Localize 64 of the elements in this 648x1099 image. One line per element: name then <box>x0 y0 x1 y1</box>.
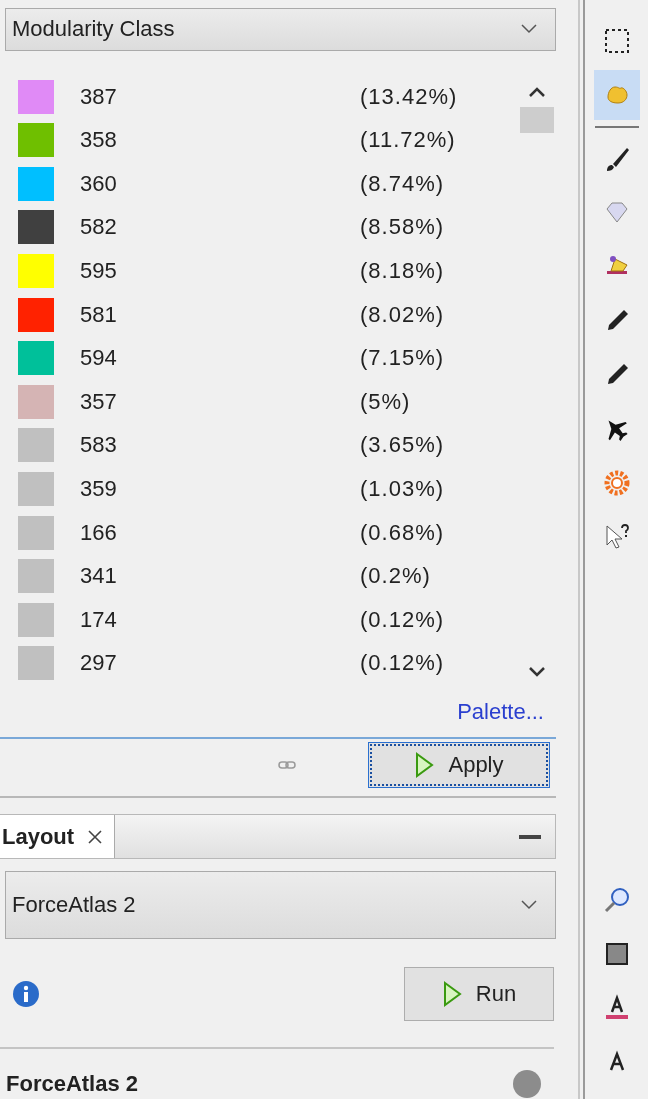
partition-percent: (8.18%) <box>360 258 445 284</box>
partition-label: 583 <box>80 432 118 459</box>
partition-label: 581 <box>80 301 118 328</box>
partition-percent: (3.65%) <box>360 432 445 459</box>
partition-label: 582 <box>80 214 118 241</box>
color-swatch[interactable] <box>18 471 54 506</box>
settings-title: ForceAtlas 2 <box>6 1071 139 1097</box>
color-swatch[interactable] <box>18 210 54 245</box>
partition-label: 341 <box>80 563 118 590</box>
scroll-down-icon[interactable] <box>529 667 545 678</box>
color-swatch[interactable] <box>18 646 54 681</box>
color-swatch[interactable] <box>18 254 54 288</box>
close-icon[interactable] <box>88 829 103 844</box>
play-icon <box>441 981 462 1007</box>
partition-label: 359 <box>80 475 118 502</box>
partition-percent: (0.12%) <box>360 606 445 633</box>
info-icon[interactable] <box>12 980 40 1008</box>
partition-label: 297 <box>80 650 118 677</box>
partition-percent: (8.02%) <box>360 301 445 328</box>
partition-percent: (0.12%) <box>360 650 445 677</box>
partition-label: 360 <box>80 170 118 197</box>
partition-percent: (0.2%) <box>360 563 431 590</box>
color-swatch[interactable] <box>18 123 54 158</box>
apply-button[interactable]: Apply <box>368 742 550 789</box>
attribute-dropdown[interactable]: Modularity Class <box>5 8 556 51</box>
partition-label: 358 <box>80 127 118 154</box>
color-swatch[interactable] <box>18 559 54 594</box>
help-icon[interactable] <box>512 1069 542 1099</box>
palette-link[interactable]: Palette... <box>457 699 544 726</box>
color-swatch[interactable] <box>18 341 54 376</box>
color-swatch[interactable] <box>18 515 54 550</box>
partition-label: 357 <box>80 388 118 415</box>
partition-label: 166 <box>80 519 118 546</box>
link-icon[interactable] <box>278 760 296 771</box>
chevron-down-icon <box>521 899 537 910</box>
partition-percent: (1.03%) <box>360 475 445 502</box>
minimize-icon[interactable] <box>519 834 541 839</box>
partition-label: 595 <box>80 258 118 284</box>
layout-tab[interactable]: Layout <box>0 815 116 858</box>
color-swatch[interactable] <box>18 79 54 114</box>
selection-rectangle-icon <box>602 27 631 55</box>
partition-percent: (5%) <box>360 388 411 415</box>
chevron-down-icon <box>521 24 537 35</box>
partition-percent: (7.15%) <box>360 345 445 372</box>
color-swatch[interactable] <box>18 166 54 201</box>
zoom-icon <box>602 886 631 914</box>
partition-label: 387 <box>80 83 118 110</box>
run-button[interactable]: Run <box>404 967 554 1021</box>
color-swatch[interactable] <box>18 602 54 637</box>
partition-label: 174 <box>80 606 118 633</box>
partition-percent: (8.74%) <box>360 170 445 197</box>
color-swatch[interactable] <box>18 297 54 332</box>
partition-percent: (11.72%) <box>360 127 456 154</box>
scroll-up-icon[interactable] <box>529 86 545 97</box>
play-icon <box>414 752 435 779</box>
algorithm-dropdown[interactable]: ForceAtlas 2 <box>5 870 556 939</box>
color-swatch[interactable] <box>18 384 54 419</box>
partition-percent: (0.68%) <box>360 519 445 546</box>
partition-label: 594 <box>80 345 118 372</box>
partition-percent: (13.42%) <box>360 83 458 110</box>
color-swatch[interactable] <box>18 428 54 463</box>
scrollbar-thumb[interactable] <box>520 106 554 133</box>
gear-icon <box>602 469 631 497</box>
partition-percent: (8.58%) <box>360 214 445 241</box>
